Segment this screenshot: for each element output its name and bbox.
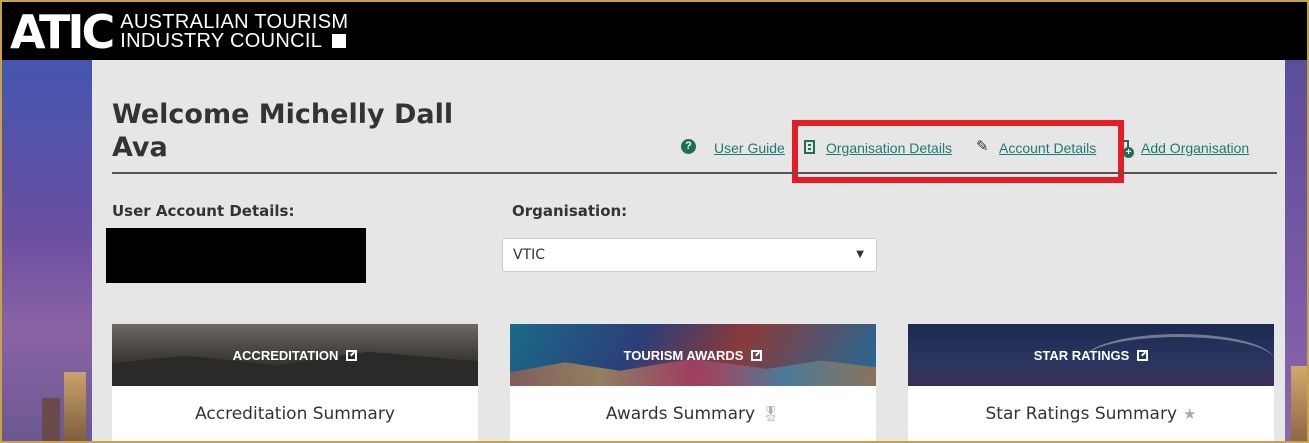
user-guide-link[interactable]: User Guide xyxy=(714,140,785,156)
building-shape xyxy=(42,398,60,441)
accreditation-banner-label: ACCREDITATION xyxy=(233,348,358,363)
star-ratings-banner[interactable]: STAR RATINGS xyxy=(908,324,1274,386)
accreditation-summary-title: Accreditation Summary xyxy=(112,404,478,424)
organisation-label: Organisation: xyxy=(512,202,628,220)
awards-summary-title: Awards Summary 🎖 xyxy=(510,404,876,424)
card-title-text: Awards Summary xyxy=(605,404,756,424)
page-frame: ATIC AUSTRALIAN TOURISM INDUSTRY COUNCIL… xyxy=(0,0,1309,443)
logo-square-icon xyxy=(332,34,347,48)
card-title-text: Star Ratings Summary xyxy=(985,404,1178,424)
chevron-down-icon: ▼ xyxy=(856,249,864,260)
star-ratings-card: STAR RATINGS Star Ratings Summary ★ xyxy=(908,324,1274,441)
accreditation-card: ACCREDITATION Accreditation Summary xyxy=(112,324,478,441)
atic-logo[interactable]: ATIC AUSTRALIAN TOURISM INDUSTRY COUNCIL xyxy=(10,9,348,55)
tourism-awards-banner-label: TOURISM AWARDS xyxy=(624,348,763,363)
logo-mark: ATIC xyxy=(10,5,115,59)
building-shape xyxy=(1291,366,1307,441)
star-ratings-summary-title: Star Ratings Summary ★ xyxy=(908,404,1274,424)
user-account-label: User Account Details: xyxy=(112,202,295,220)
building-shape xyxy=(64,372,86,441)
logo-text: AUSTRALIAN TOURISM INDUSTRY COUNCIL xyxy=(120,12,348,52)
banner-text: TOURISM AWARDS xyxy=(623,347,744,363)
banner-text: STAR RATINGS xyxy=(1033,347,1130,363)
star-icon: ★ xyxy=(1183,405,1197,423)
accreditation-banner[interactable]: ACCREDITATION xyxy=(112,324,478,386)
title-divider xyxy=(112,172,1277,174)
background-scenery-right xyxy=(1285,60,1307,441)
external-link-icon xyxy=(751,349,763,361)
redacted-account-details xyxy=(106,228,366,283)
organisation-select-value: VTIC xyxy=(513,247,546,263)
welcome-line-1: Welcome Michelly Dall xyxy=(112,99,454,130)
logo-line-2: INDUSTRY COUNCIL xyxy=(120,30,323,52)
award-icon: 🎖 xyxy=(761,405,781,423)
site-header: ATIC AUSTRALIAN TOURISM INDUSTRY COUNCIL xyxy=(2,2,1307,60)
tourism-awards-banner[interactable]: TOURISM AWARDS xyxy=(510,324,876,386)
external-link-icon xyxy=(346,349,358,361)
external-link-icon xyxy=(1137,349,1149,361)
star-ratings-banner-label: STAR RATINGS xyxy=(1034,348,1149,363)
tourism-awards-card: TOURISM AWARDS Awards Summary 🎖 xyxy=(510,324,876,441)
banner-text: ACCREDITATION xyxy=(232,347,339,363)
main-panel: Welcome Michelly Dall Ava ? User Guide O… xyxy=(92,60,1285,441)
organisation-select[interactable]: VTIC ▼ xyxy=(502,238,877,272)
background-scenery-left xyxy=(2,60,92,441)
card-title-text: Accreditation Summary xyxy=(195,404,395,424)
add-organisation-link[interactable]: Add Organisation xyxy=(1141,140,1249,156)
help-icon: ? xyxy=(681,139,696,154)
